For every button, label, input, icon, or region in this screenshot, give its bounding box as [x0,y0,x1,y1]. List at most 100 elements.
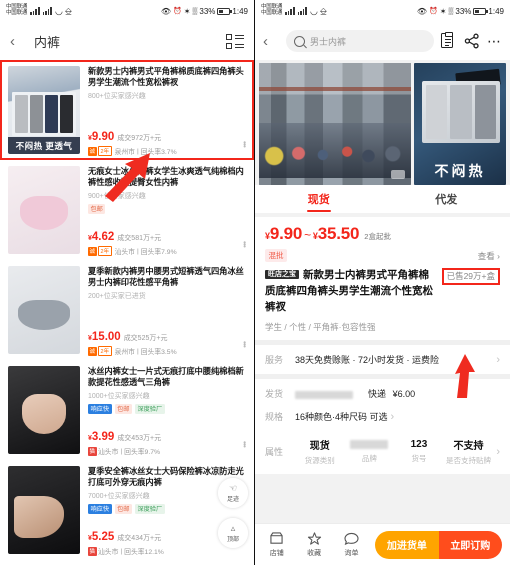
product-title: 冰丝内裤女士一片式无痕打底中腰纯棉档新款提花性感透气三角裤 [88,366,244,388]
footprint-fab-button[interactable]: ☜ 足迹 [218,478,248,508]
back-button-left[interactable]: ‹ [10,34,26,49]
mixed-batch-tag: 混批 [265,249,287,262]
image-caption: 不闷热 [434,163,486,179]
chevron-right-icon: › [390,410,395,423]
item-more-icon[interactable]: • • • [243,239,246,251]
shield-icon: ⎒ [64,5,72,16]
shop-meta: 猫 汕头市 | 回头率12.1% [88,546,164,556]
view-more-link[interactable]: 查看 › [478,250,500,262]
battery-percent: 33% [455,6,472,16]
thumb-art [14,496,64,538]
tag-free-shipping: 包邮 [88,203,106,214]
video-play-icon[interactable] [391,170,405,179]
item-more-icon[interactable]: • • • [243,439,246,451]
attribute-value: 123 [410,439,428,451]
product-thumbnail[interactable] [8,366,80,454]
status-left-group: 中国联通 中国联通 ◡ ⎒ [261,4,329,17]
product-image-thumbnail[interactable]: 不闷热 [414,63,506,185]
product-gallery[interactable]: 不闷热 [255,60,510,185]
list-item[interactable]: 不闷热 更透气 新款男士内裤男式平角裤棉质底裤四角裤头男学生潮流个性宽松裤衩 8… [0,60,254,160]
item-more-icon[interactable]: • • • [243,339,246,351]
thumb-art [20,196,68,230]
tab-in-stock[interactable]: 现货 [255,191,383,207]
vibrate-icon: ▒ [448,7,454,15]
product-price: ¥3.99 成交453万+元 [88,431,246,443]
alarm-icon: ⏰ [429,8,438,15]
deal-amount: 成交525万+元 [123,335,168,342]
shop-star-badge: 旺店之宝 [265,269,299,279]
product-thumbnail[interactable] [8,266,80,354]
favorite-button[interactable]: 收藏 [300,531,327,558]
product-title-row: 已售29万+盒 旺店之宝 新款男士内裤男式平角裤棉质底裤四角裤头男学生潮流个性宽松… [265,268,500,315]
product-subtitle: 1000+位买家感兴趣 [88,392,150,400]
more-dots-icon[interactable]: ⋯ [487,34,502,48]
tag-verified-factory: 深度验厂 [134,403,165,414]
factory-video-thumbnail[interactable] [259,63,411,185]
detail-header: ‹ 男士内裤 ⋯ [255,22,510,60]
attribute-key: 货源类别 [304,456,335,466]
carrier-label: 中国联通 中国联通 [261,4,283,17]
price-value: 4.62 [91,231,115,243]
search-input-right[interactable]: 男士内裤 [310,35,346,48]
back-button-right[interactable]: ‹ [263,34,279,49]
attribute-cell: 品牌 [345,439,395,464]
order-now-button[interactable]: 立即订购 [438,530,502,559]
shipping-address-blurred [295,390,353,399]
search-bar-right[interactable]: 男士内裤 [286,30,434,52]
battery-icon [217,7,232,15]
list-layout-icon[interactable] [226,33,244,49]
spec-row[interactable]: 规格 16种颜色·4种尺码 可选 › [255,408,510,432]
back-to-top-button[interactable]: ▵ 顶部 [218,518,248,548]
spec-label: 规格 [265,412,284,423]
deal-amount: 成交434万+元 [117,535,162,542]
shop-credit-icon: 诚 [88,346,97,356]
shop-button[interactable]: 店铺 [263,531,290,558]
attribute-cell: 现货 货源类别 [295,437,345,466]
product-tags: 包邮 [88,203,246,214]
price-value: 15.00 [91,331,121,343]
product-thumbnail[interactable]: 不闷热 更透气 [8,66,80,154]
attribute-value: 不支持 [453,441,484,453]
product-list: 不闷热 更透气 新款男士内裤男式平角裤棉质底裤四角裤头男学生潮流个性宽松裤衩 8… [0,60,254,560]
bluetooth-icon: ✶ [439,6,447,16]
status-right-group: 👁 ⏰ ✶ ▒ 33% 1:49 [417,7,504,16]
left-search-bar[interactable]: ‹ 内裤 [0,22,254,60]
list-item[interactable]: 冰丝内裤女士一片式无痕打底中腰纯棉档新款提花性感透气三角裤 1000+位买家感兴… [0,360,254,460]
shop-credit-icon: 诚 [88,246,97,256]
item-more-icon[interactable]: • • • [243,139,246,151]
status-bar-right: 中国联通 中国联通 ◡ ⎒ 👁 ⏰ ✶ ▒ 33% 1:49 [255,0,510,22]
list-item[interactable]: 夏季新款内裤男中腰男式短裤透气四角冰丝男士内裤印花性感平角裤 200+位买家已进… [0,260,254,360]
attribute-key: 品牌 [361,454,377,464]
battery-percent: 33% [199,6,216,16]
battery-icon [473,7,488,15]
attribute-key: 货号 [411,454,427,464]
shop-label: 店铺 [269,549,284,557]
list-item[interactable]: 夏季安全裤冰丝女士大码保险裤冰凉防走光打底可外穿无痕内裤 7000+位买家感兴趣… [0,460,254,560]
product-thumbnail[interactable] [8,466,80,554]
attributes-row[interactable]: 属性 现货 货源类别 品牌 123 货号 不支持 是否支持贴牌 › [255,431,510,475]
attribute-value [345,439,395,450]
signal-bars-icon-2 [297,7,307,15]
add-to-cart-button[interactable]: 加进货单 [375,530,439,559]
product-info: 冰丝内裤女士一片式无痕打底中腰纯棉档新款提花性感透气三角裤 1000+位买家感兴… [80,366,246,456]
right-panel-product-detail: 中国联通 中国联通 ◡ ⎒ 👁 ⏰ ✶ ▒ 33% 1:49 ‹ 男士内裤 ⋯ … [255,0,510,565]
share-icon[interactable] [464,33,480,49]
status-bar-left: 中国联通 中国联通 ◡ ⎒ 👁 ⏰ ✶ ▒ 33% 1:49 [0,0,254,22]
shop-credit-icon: 猫 [88,446,97,456]
deal-amount: 成交581万+元 [117,235,162,242]
product-thumbnail[interactable] [8,166,80,254]
attribute-key: 是否支持贴牌 [446,456,492,466]
cursor-icon: ☜ [228,482,238,493]
workers-row [259,122,411,178]
detail-bottom-bar: 店铺 收藏 询单 加进货单 立即订购 [255,523,510,565]
product-subtitle: 200+位买家已进货 [88,292,146,300]
tab-dropship[interactable]: 代发 [383,191,510,207]
product-tags: 响应快 包邮 深度验厂 [88,403,246,414]
carrier-line-2: 中国联通 [261,10,283,16]
inquiry-button[interactable]: 询单 [338,532,365,558]
clipboard-icon[interactable] [441,31,457,49]
shop-location: 泉州市 [114,349,135,356]
shop-meta: 诚 2年 汕头市 | 回头率7.9% [88,246,177,256]
search-input-left[interactable]: 内裤 [26,32,226,51]
chat-icon [338,532,365,546]
